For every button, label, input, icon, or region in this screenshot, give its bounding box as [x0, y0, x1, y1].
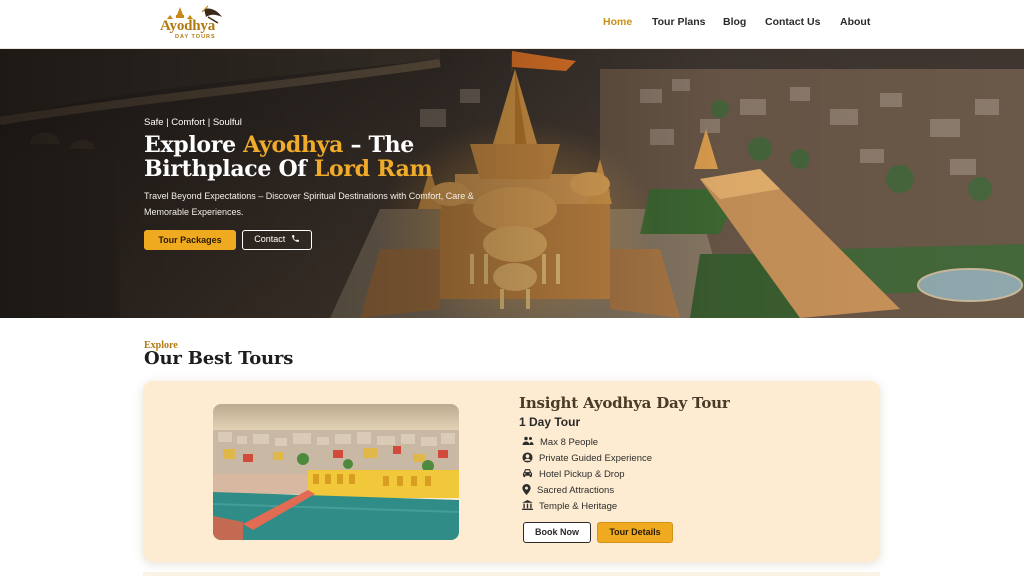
hero-title: Explore Ayodhya – The Birthplace Of Lord… [144, 133, 464, 181]
tour-feature-attractions: Sacred Attractions [522, 483, 615, 497]
hero-title-highlight-ayodhya: Ayodhya [243, 132, 344, 158]
tour-feature-pickup: Hotel Pickup & Drop [522, 469, 625, 481]
group-icon [522, 437, 534, 446]
site-header: Ayodhya DAY TOURS Home Tour Plans Blog C… [0, 0, 1024, 49]
section-title: Our Best Tours [144, 348, 294, 369]
ayodhya-city-image [213, 404, 459, 540]
tour-packages-button[interactable]: Tour Packages [144, 230, 236, 250]
nav-contact-us[interactable]: Contact Us [765, 16, 820, 28]
nav-tour-plans[interactable]: Tour Plans [652, 16, 705, 28]
tour-feature-text: Max 8 People [540, 437, 599, 448]
tour-feature-group-size: Max 8 People [522, 437, 598, 449]
next-card-edge [143, 572, 880, 576]
tour-card-photo [213, 404, 459, 540]
hero-banner: Safe | Comfort | Soulful Explore Ayodhya… [0, 49, 1024, 318]
map-pin-icon [522, 483, 531, 495]
hero-temple-image [0, 49, 1024, 318]
contact-button[interactable]: Contact [242, 230, 312, 250]
hero-title-highlight-lord-ram: Lord Ram [313, 156, 433, 182]
tour-card-title: Insight Ayodhya Day Tour [519, 394, 730, 412]
hero-tagline: Safe | Comfort | Soulful [144, 117, 242, 128]
tour-feature-text: Sacred Attractions [537, 485, 615, 496]
temple-icon [522, 500, 533, 511]
book-now-button[interactable]: Book Now [523, 522, 591, 543]
tour-details-button[interactable]: Tour Details [597, 522, 673, 543]
phone-icon [291, 235, 299, 242]
nav-blog[interactable]: Blog [723, 16, 746, 28]
logo-subtitle: DAY TOURS [175, 34, 216, 40]
user-circle-icon [522, 452, 533, 463]
tour-feature-text: Private Guided Experience [539, 453, 653, 464]
hero-description: Travel Beyond Expectations – Discover Sp… [144, 191, 474, 217]
nav-about[interactable]: About [840, 16, 870, 28]
hero-title-part1: Explore [144, 132, 244, 158]
nav-home[interactable]: Home [603, 16, 632, 28]
tour-feature-text: Temple & Heritage [539, 501, 618, 512]
tour-feature-private-guide: Private Guided Experience [522, 452, 653, 465]
contact-button-label: Contact [254, 234, 286, 244]
logo-name: Ayodhya [160, 18, 216, 34]
tour-card-duration: 1 Day Tour [519, 415, 581, 429]
tour-feature-text: Hotel Pickup & Drop [539, 469, 625, 480]
tour-card: Insight Ayodhya Day Tour 1 Day Tour Max … [143, 381, 880, 562]
tour-feature-temple: Temple & Heritage [522, 500, 618, 513]
car-icon [522, 469, 533, 478]
